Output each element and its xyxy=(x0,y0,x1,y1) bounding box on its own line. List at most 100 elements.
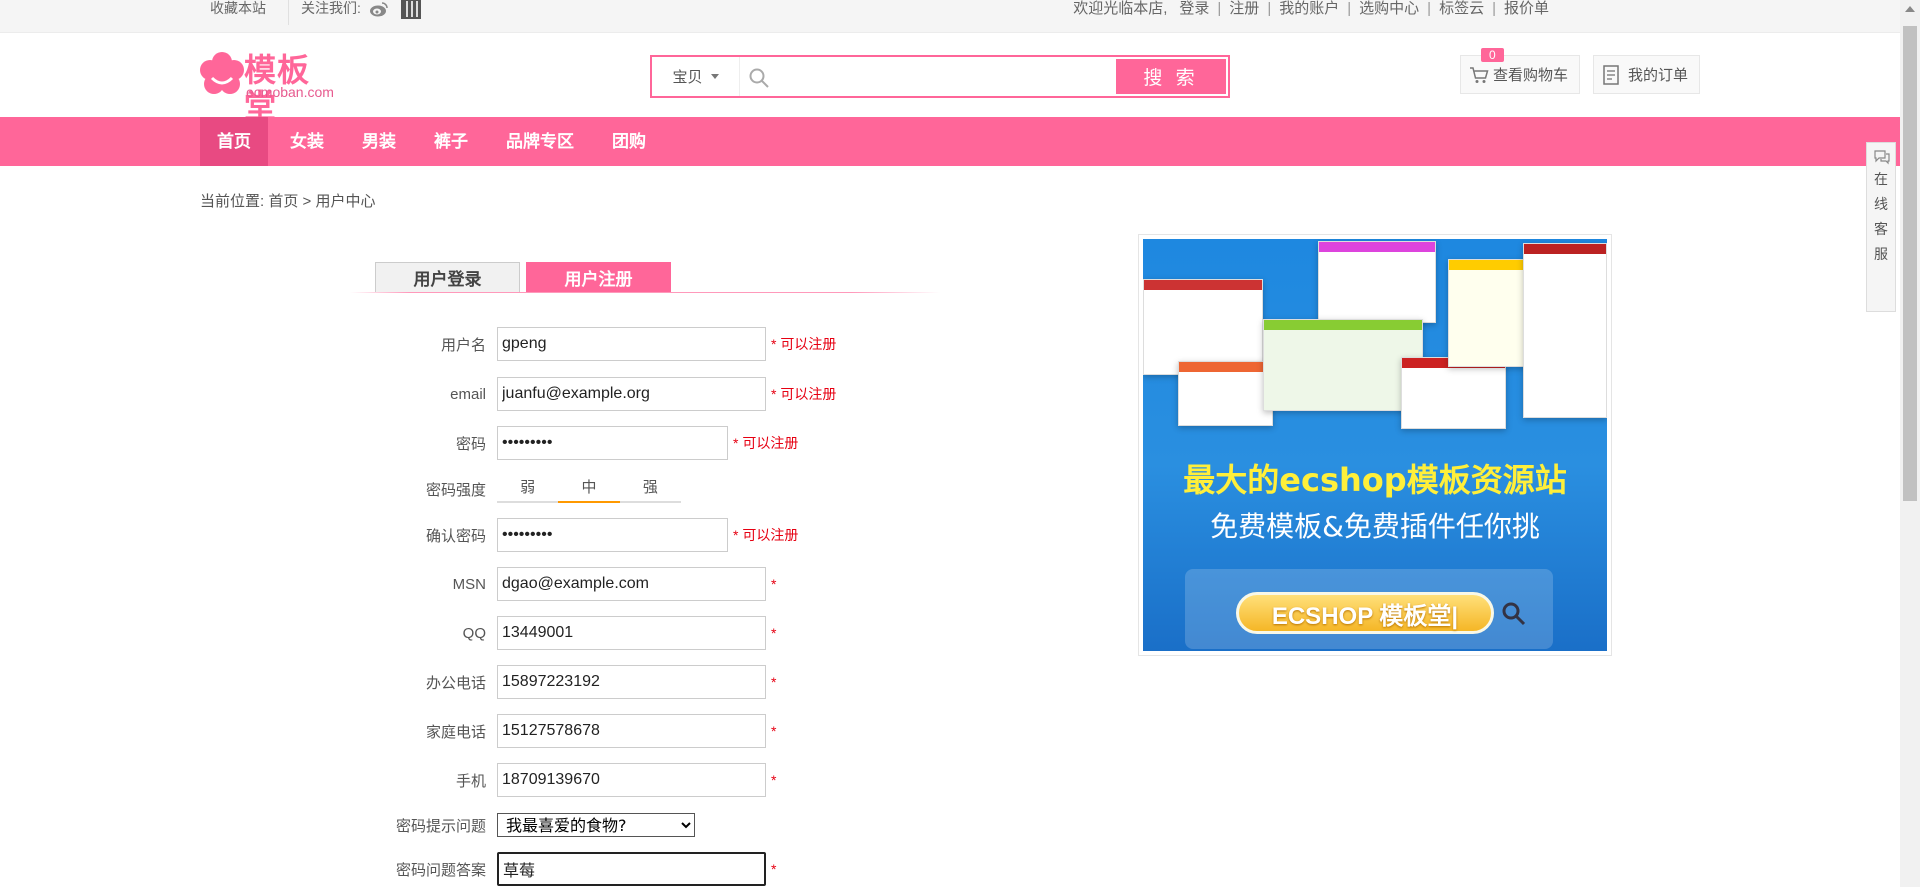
view-cart-label: 查看购物车 xyxy=(1493,67,1569,84)
top-bar-right: 欢迎光临本店, 登录 | 注册 | 我的账户 | 选购中心 | 标签云 | 报价单 xyxy=(1067,0,1555,17)
nav-item-women[interactable]: 女装 xyxy=(274,117,340,166)
search-button[interactable]: 搜 索 xyxy=(1116,59,1226,94)
office-phone-field[interactable] xyxy=(497,665,766,699)
office-phone-required: * xyxy=(771,674,777,690)
security-question-select[interactable]: 我最喜爱的食物? xyxy=(497,813,695,837)
search-input[interactable] xyxy=(776,59,1086,93)
msn-label: MSN xyxy=(452,575,486,593)
search-bar: 宝贝 搜 索 xyxy=(650,55,1230,98)
nav-item-brands[interactable]: 品牌专区 xyxy=(490,117,590,166)
banner-subtitle: 免费模板&免费插件任你挑 xyxy=(1210,510,1540,543)
breadcrumb-separator: > xyxy=(298,193,316,210)
breadcrumb-home[interactable]: 首页 xyxy=(268,193,298,210)
register-link[interactable]: 注册 xyxy=(1223,0,1265,17)
tag-cloud-link[interactable]: 标签云 xyxy=(1433,0,1490,17)
breadcrumb-prefix: 当前位置: xyxy=(200,193,269,210)
email-label: email xyxy=(450,385,486,403)
security-answer-field[interactable] xyxy=(497,852,766,886)
mobile-row: 手机 * xyxy=(350,763,776,797)
cart-icon xyxy=(1470,66,1489,83)
template-preview xyxy=(1318,241,1436,323)
email-field[interactable] xyxy=(497,377,766,411)
quote-link[interactable]: 报价单 xyxy=(1498,0,1555,17)
msn-row: MSN * xyxy=(350,567,776,601)
breadcrumb-current: 用户中心 xyxy=(315,193,376,210)
strength-weak: 弱 xyxy=(520,478,536,496)
breadcrumb: 当前位置: 首页 > 用户中心 xyxy=(200,190,375,211)
msn-required: * xyxy=(771,576,777,592)
question-label: 密码提示问题 xyxy=(395,817,486,835)
mobile-field[interactable] xyxy=(497,763,766,797)
email-row: email * 可以注册 xyxy=(350,377,836,411)
msn-field[interactable] xyxy=(497,567,766,601)
confirm-password-field[interactable] xyxy=(497,518,728,552)
banner-title: 最大的ecshop模板资源站 xyxy=(1183,461,1567,499)
my-orders-label: 我的订单 xyxy=(1628,67,1689,84)
logo-flower-icon xyxy=(200,52,244,94)
promo-banner[interactable]: 最大的ecshop模板资源站 免费模板&免费插件任你挑 ECSHOP 模板堂| xyxy=(1138,234,1612,656)
strength-label: 密码强度 xyxy=(425,481,486,499)
online-service-tab[interactable]: 在 线 客 服 xyxy=(1866,142,1896,312)
email-note: * 可以注册 xyxy=(771,386,837,402)
scrollbar-thumb[interactable] xyxy=(1903,26,1917,501)
shopping-center-link[interactable]: 选购中心 xyxy=(1353,0,1425,17)
view-cart-button[interactable]: 查看购物车 0 xyxy=(1460,48,1580,94)
service-char: 在 xyxy=(1874,171,1888,187)
favorite-link[interactable]: 收藏本站 xyxy=(200,0,276,17)
confirm-row: 确认密码 * 可以注册 xyxy=(350,518,798,552)
nav-item-men[interactable]: 男装 xyxy=(346,117,412,166)
answer-required: * xyxy=(771,861,777,877)
nav-item-group-buy[interactable]: 团购 xyxy=(596,117,662,166)
answer-row: 密码问题答案 * xyxy=(320,852,776,886)
auth-tabs: 用户登录 用户注册 xyxy=(350,262,940,294)
username-note: * 可以注册 xyxy=(771,336,837,352)
template-preview xyxy=(1401,357,1506,429)
cart-count-badge: 0 xyxy=(1481,48,1504,62)
qq-field[interactable] xyxy=(497,616,766,650)
username-label: 用户名 xyxy=(440,336,486,354)
password-field[interactable] xyxy=(497,426,728,460)
top-bar-left: 收藏本站 关注我们: xyxy=(200,0,421,25)
tab-login[interactable]: 用户登录 xyxy=(375,262,520,292)
site-logo[interactable]: 模板堂 ecmoban.com xyxy=(200,52,335,124)
confirm-label: 确认密码 xyxy=(425,527,486,545)
my-orders-button[interactable]: 我的订单 xyxy=(1593,55,1700,94)
main-nav: 首页 女装 男装 裤子 品牌专区 团购 xyxy=(0,117,1900,166)
nav-item-home[interactable]: 首页 xyxy=(200,117,268,166)
service-char: 客 xyxy=(1874,221,1888,237)
my-account-link[interactable]: 我的账户 xyxy=(1273,0,1345,17)
strength-row: 密码强度 弱 中 强 xyxy=(350,472,681,506)
office-phone-row: 办公电话 * xyxy=(350,665,776,699)
username-field[interactable] xyxy=(497,327,766,361)
question-row: 密码提示问题 我最喜爱的食物? xyxy=(320,808,695,842)
chat-icon xyxy=(1874,150,1890,165)
template-preview xyxy=(1523,243,1607,418)
promo-banner-image: 最大的ecshop模板资源站 免费模板&免费插件任你挑 ECSHOP 模板堂| xyxy=(1143,239,1607,651)
tab-register[interactable]: 用户注册 xyxy=(526,262,671,292)
qq-required: * xyxy=(771,625,777,641)
top-bar: 收藏本站 关注我们: 欢迎光临本店, 登录 | 注册 | 我的账户 | 选购中心 | 标… xyxy=(0,0,1900,33)
home-phone-label: 家庭电话 xyxy=(425,723,486,741)
qq-row: QQ * xyxy=(350,616,776,650)
weibo-icon[interactable] xyxy=(369,1,389,17)
search-scope-select[interactable]: 宝贝 xyxy=(652,57,740,96)
answer-label: 密码问题答案 xyxy=(395,861,486,879)
service-char: 服 xyxy=(1874,246,1888,262)
nav-item-pants[interactable]: 裤子 xyxy=(418,117,484,166)
welcome-text: 欢迎光临本店, xyxy=(1073,0,1168,17)
scroll-up-arrow-icon[interactable] xyxy=(1905,6,1915,12)
home-phone-field[interactable] xyxy=(497,714,766,748)
qq-label: QQ xyxy=(462,624,486,642)
password-label: 密码 xyxy=(455,435,486,453)
password-strength-meter: 弱 中 强 xyxy=(497,476,681,503)
tab-underline xyxy=(350,292,940,293)
password-row: 密码 * 可以注册 xyxy=(350,426,798,460)
password-note: * 可以注册 xyxy=(733,435,799,451)
mobile-label: 手机 xyxy=(455,772,486,790)
office-phone-label: 办公电话 xyxy=(425,674,486,692)
qrcode-icon[interactable] xyxy=(400,0,421,19)
login-link[interactable]: 登录 xyxy=(1173,0,1215,17)
username-row: 用户名 * 可以注册 xyxy=(350,327,836,361)
vertical-scrollbar[interactable] xyxy=(1900,0,1920,887)
strength-medium: 中 xyxy=(558,476,620,503)
